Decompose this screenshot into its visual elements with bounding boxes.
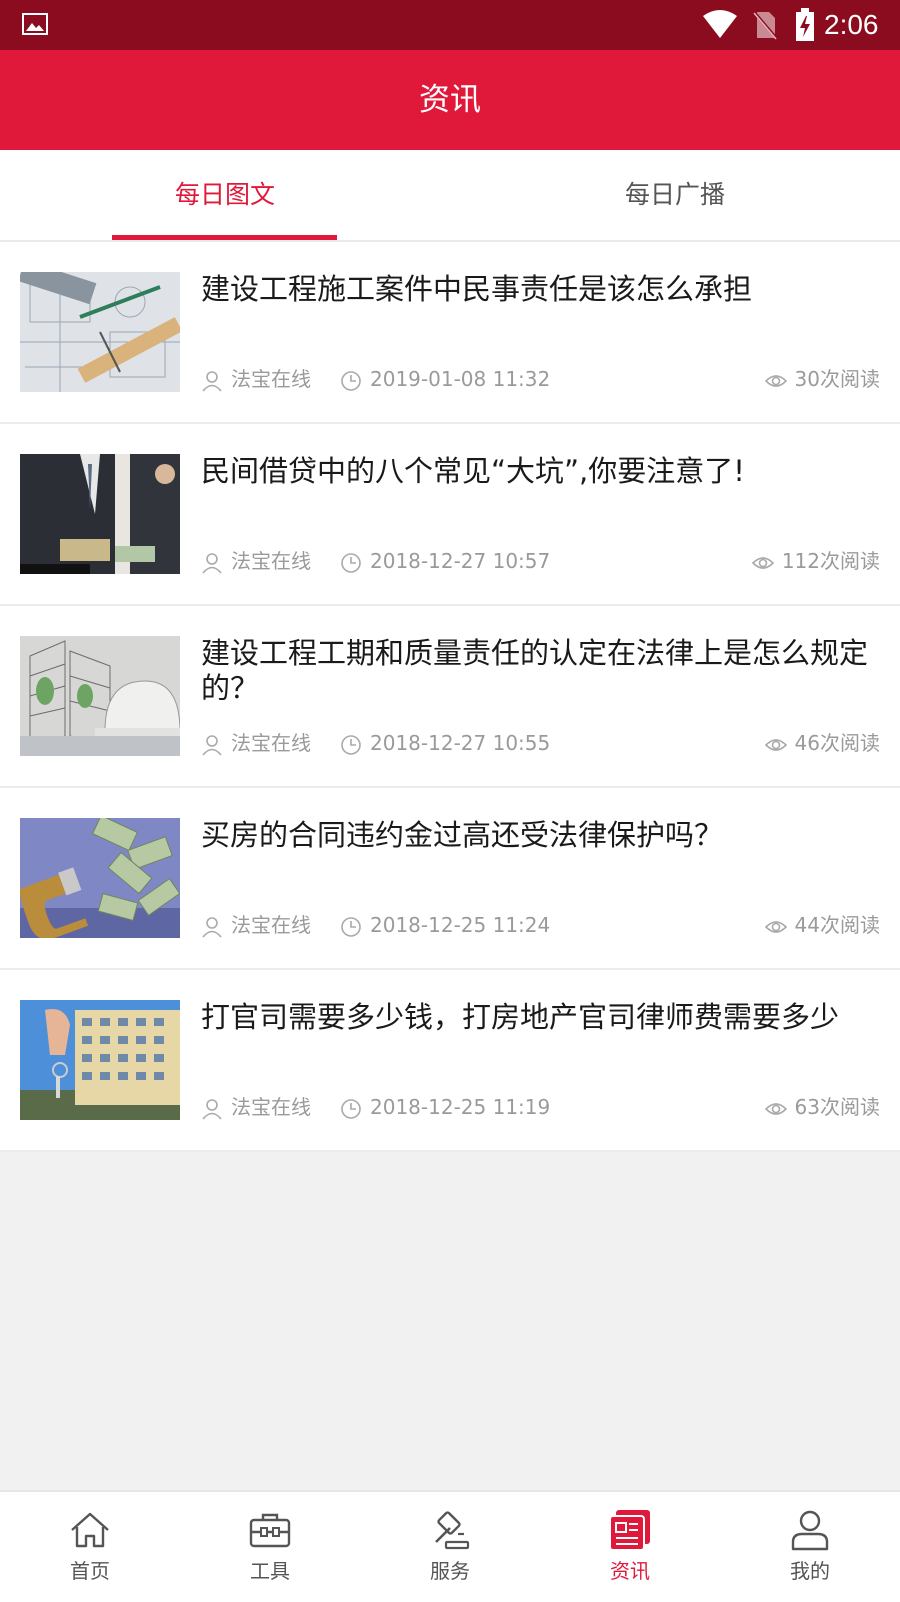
nav-item-services[interactable]: 服务: [360, 1492, 540, 1602]
view-count: 63次阅读: [794, 1095, 880, 1119]
author-name: 法宝在线: [231, 549, 311, 573]
toolbox-icon: [249, 1513, 291, 1548]
article-time: 2018-12-27 10:57: [340, 546, 550, 576]
clock-icon: [341, 734, 361, 755]
home-icon: [71, 1512, 109, 1548]
clock-icon: [341, 916, 361, 937]
article-title: 建设工程工期和质量责任的认定在法律上是怎么规定的？: [201, 636, 869, 705]
user-icon: [202, 370, 222, 392]
author-name: 法宝在线: [231, 913, 311, 937]
nav-item-news[interactable]: 资讯: [540, 1492, 720, 1602]
article-thumbnail: [20, 818, 180, 938]
news-icon: [609, 1510, 650, 1551]
eye-icon: [764, 738, 787, 751]
user-icon: [202, 734, 222, 756]
view-count: 30次阅读: [794, 367, 880, 391]
article-author: 法宝在线: [201, 728, 311, 758]
article-item[interactable]: 建设工程工期和质量责任的认定在法律上是怎么规定的？ 法宝在线 2018-12-2…: [0, 606, 900, 788]
nav-item-mine[interactable]: 我的: [720, 1492, 900, 1602]
clock-icon: [341, 1098, 361, 1119]
publish-time: 2018-12-25 11:19: [370, 1095, 551, 1119]
wifi-icon: [703, 10, 737, 38]
article-views: 44次阅读: [764, 910, 880, 940]
article-thumbnail: [20, 454, 180, 574]
article-time: 2018-12-27 10:55: [340, 728, 550, 758]
article-list: 建设工程施工案件中民事责任是该怎么承担 法宝在线 2019-01-08 11:3…: [0, 242, 900, 1152]
article-views: 30次阅读: [764, 364, 880, 394]
view-count: 44次阅读: [794, 913, 880, 937]
clock-icon: [341, 370, 361, 391]
author-name: 法宝在线: [231, 731, 311, 755]
article-title: 建设工程施工案件中民事责任是该怎么承担: [201, 272, 753, 306]
tab-bar: 每日图文 每日广播: [0, 150, 900, 242]
clock-time: 2:06: [824, 9, 879, 40]
article-views: 63次阅读: [764, 1092, 880, 1122]
nav-item-tools[interactable]: 工具: [180, 1492, 360, 1602]
nav-label: 工具: [250, 1559, 290, 1583]
article-views: 46次阅读: [764, 728, 880, 758]
nav-label: 首页: [70, 1559, 110, 1583]
article-item[interactable]: 民间借贷中的八个常见“大坑”,你要注意了! 法宝在线 2018-12-27 10…: [0, 424, 900, 606]
view-count: 112次阅读: [781, 549, 880, 573]
article-title: 买房的合同违约金过高还受法律保护吗？: [201, 818, 724, 852]
article-item[interactable]: 买房的合同违约金过高还受法律保护吗？ 法宝在线 2018-12-25 11:24…: [0, 788, 900, 970]
publish-time: 2019-01-08 11:32: [370, 367, 551, 391]
article-item[interactable]: 建设工程施工案件中民事责任是该怎么承担 法宝在线 2019-01-08 11:3…: [0, 242, 900, 424]
nav-label: 我的: [790, 1559, 830, 1583]
user-icon: [202, 552, 222, 574]
nav-item-home[interactable]: 首页: [0, 1492, 180, 1602]
article-author: 法宝在线: [201, 910, 311, 940]
tab-daily-broadcast[interactable]: 每日广播: [450, 150, 900, 240]
gavel-icon: [435, 1511, 470, 1550]
article-thumbnail: [20, 1000, 180, 1120]
article-title: 民间借贷中的八个常见“大坑”,你要注意了!: [201, 454, 745, 488]
nav-label: 资讯: [610, 1559, 650, 1583]
article-item[interactable]: 打官司需要多少钱，打房地产官司律师费需要多少 法宝在线 2018-12-25 1…: [0, 970, 900, 1152]
eye-icon: [751, 556, 774, 569]
eye-icon: [764, 374, 787, 387]
app-bar: 资讯: [0, 50, 900, 150]
publish-time: 2018-12-25 11:24: [370, 913, 551, 937]
article-time: 2018-12-25 11:24: [340, 910, 550, 940]
no-sim-icon: [752, 11, 778, 40]
user-icon: [202, 916, 222, 938]
article-thumbnail: [20, 636, 180, 756]
author-name: 法宝在线: [231, 1095, 311, 1119]
battery-charging-icon: [796, 8, 814, 41]
article-views: 112次阅读: [751, 546, 880, 576]
tab-indicator: [112, 235, 337, 240]
article-author: 法宝在线: [201, 1092, 311, 1122]
article-time: 2019-01-08 11:32: [340, 364, 550, 394]
eye-icon: [764, 920, 787, 933]
view-count: 46次阅读: [794, 731, 880, 755]
publish-time: 2018-12-27 10:57: [370, 549, 551, 573]
image-notification-icon: [22, 13, 48, 35]
article-thumbnail: [20, 272, 180, 392]
clock-icon: [341, 552, 361, 573]
tab-daily-articles[interactable]: 每日图文: [0, 150, 450, 240]
eye-icon: [764, 1102, 787, 1115]
nav-label: 服务: [430, 1559, 470, 1583]
author-name: 法宝在线: [231, 367, 311, 391]
article-author: 法宝在线: [201, 364, 311, 394]
article-time: 2018-12-25 11:19: [340, 1092, 550, 1122]
status-bar: 2:06: [0, 0, 900, 50]
publish-time: 2018-12-27 10:55: [370, 731, 551, 755]
article-title: 打官司需要多少钱，打房地产官司律师费需要多少: [201, 1000, 840, 1034]
article-author: 法宝在线: [201, 546, 311, 576]
bottom-nav: 首页 工具 服务 资讯 我的: [0, 1490, 900, 1602]
user-icon: [202, 1098, 222, 1120]
user-icon: [791, 1510, 829, 1551]
page-title: 资讯: [419, 82, 481, 118]
